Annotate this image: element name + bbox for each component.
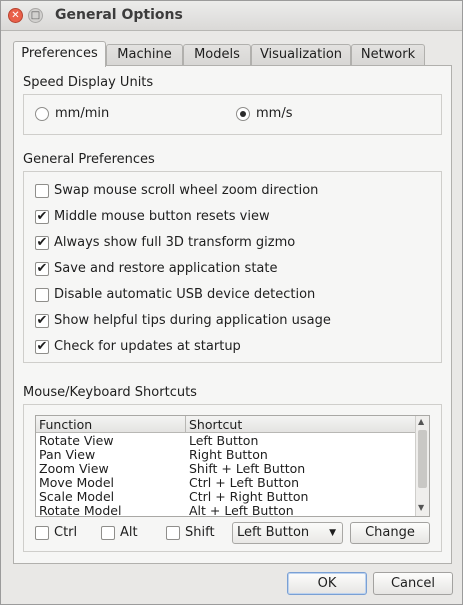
- checkbox-ctrl[interactable]: [35, 526, 49, 540]
- checkbox-helpful-tips[interactable]: ✔: [35, 314, 49, 328]
- tab-machine[interactable]: Machine: [106, 44, 183, 66]
- speed-units-title: Speed Display Units: [23, 75, 154, 90]
- checkbox-disable-usb[interactable]: [35, 288, 49, 302]
- shortcut-cell: Right Button: [189, 447, 268, 462]
- tab-network[interactable]: Network: [351, 44, 425, 66]
- checkbox-disable-usb-label[interactable]: Disable automatic USB device detection: [54, 287, 315, 302]
- checkbox-middle-reset[interactable]: ✔: [35, 210, 49, 224]
- checkbox-alt[interactable]: [101, 526, 115, 540]
- checkbox-alt-label[interactable]: Alt: [120, 525, 138, 540]
- scroll-up-icon[interactable]: ▲: [418, 417, 424, 426]
- table-header: Function Shortcut: [36, 416, 416, 433]
- radio-mm-s[interactable]: [236, 107, 250, 121]
- checkbox-full-gizmo-label[interactable]: Always show full 3D transform gizmo: [54, 235, 295, 250]
- checkbox-shift-label[interactable]: Shift: [185, 525, 215, 540]
- shortcut-cell: Left Button: [189, 433, 259, 448]
- scroll-down-icon[interactable]: ▼: [418, 503, 424, 512]
- column-divider[interactable]: [185, 416, 186, 433]
- table-row[interactable]: Move Model Ctrl + Left Button: [36, 476, 416, 490]
- checkbox-check-updates-label[interactable]: Check for updates at startup: [54, 339, 241, 354]
- function-cell: Scale Model: [39, 489, 115, 504]
- shortcut-cell: Shift + Left Button: [189, 461, 306, 476]
- checkbox-full-gizmo[interactable]: ✔: [35, 236, 49, 250]
- shortcut-cell: Ctrl + Left Button: [189, 475, 300, 490]
- function-cell: Rotate Model: [39, 503, 122, 517]
- window-title: General Options: [55, 7, 183, 23]
- table-body: Rotate View Left Button Pan View Right But…: [36, 434, 416, 517]
- table-row[interactable]: Rotate Model Alt + Left Button: [36, 504, 416, 517]
- table-row[interactable]: Pan View Right Button: [36, 448, 416, 462]
- shortcut-cell: Alt + Left Button: [189, 503, 294, 517]
- radio-mm-min-label[interactable]: mm/min: [55, 106, 109, 121]
- change-button[interactable]: Change: [350, 522, 430, 544]
- table-scrollbar[interactable]: ▲ ▼: [415, 416, 429, 516]
- function-cell: Zoom View: [39, 461, 109, 476]
- function-cell: Rotate View: [39, 433, 114, 448]
- tab-preferences[interactable]: Preferences: [13, 41, 106, 67]
- shortcuts-table[interactable]: Function Shortcut Rotate View Left Button…: [35, 415, 430, 517]
- general-options-window: ✕ □ General Options Preferences Machine …: [0, 0, 463, 605]
- checkbox-shift[interactable]: [166, 526, 180, 540]
- chevron-down-icon: ▼: [329, 528, 336, 538]
- tab-models[interactable]: Models: [183, 44, 251, 66]
- checkbox-ctrl-label[interactable]: Ctrl: [54, 525, 77, 540]
- title-bar: ✕ □ General Options: [1, 1, 462, 31]
- maximize-icon[interactable]: □: [28, 8, 43, 23]
- column-header-function[interactable]: Function: [39, 417, 92, 432]
- checkbox-save-state-label[interactable]: Save and restore application state: [54, 261, 277, 276]
- checkbox-swap-zoom-label[interactable]: Swap mouse scroll wheel zoom direction: [54, 183, 318, 198]
- function-cell: Move Model: [39, 475, 115, 490]
- checkbox-check-updates[interactable]: ✔: [35, 340, 49, 354]
- checkbox-helpful-tips-label[interactable]: Show helpful tips during application usa…: [54, 313, 331, 328]
- cancel-button[interactable]: Cancel: [373, 572, 453, 595]
- radio-mm-min[interactable]: [35, 107, 49, 121]
- table-row[interactable]: Rotate View Left Button: [36, 434, 416, 448]
- checkbox-swap-zoom[interactable]: [35, 184, 49, 198]
- radio-mm-s-label[interactable]: mm/s: [256, 106, 292, 121]
- mouse-button-select[interactable]: Left Button ▼: [232, 522, 343, 544]
- checkbox-middle-reset-label[interactable]: Middle mouse button resets view: [54, 209, 270, 224]
- general-prefs-title: General Preferences: [23, 152, 155, 167]
- column-header-shortcut[interactable]: Shortcut: [189, 417, 242, 432]
- close-icon[interactable]: ✕: [8, 8, 23, 23]
- table-row[interactable]: Scale Model Ctrl + Right Button: [36, 490, 416, 504]
- shortcuts-title: Mouse/Keyboard Shortcuts: [23, 385, 197, 400]
- ok-button[interactable]: OK: [287, 572, 367, 595]
- checkbox-save-state[interactable]: ✔: [35, 262, 49, 276]
- function-cell: Pan View: [39, 447, 96, 462]
- mouse-button-select-value: Left Button: [237, 525, 310, 540]
- tab-visualization[interactable]: Visualization: [251, 44, 351, 66]
- scrollbar-thumb[interactable]: [418, 430, 427, 488]
- table-row[interactable]: Zoom View Shift + Left Button: [36, 462, 416, 476]
- shortcut-cell: Ctrl + Right Button: [189, 489, 309, 504]
